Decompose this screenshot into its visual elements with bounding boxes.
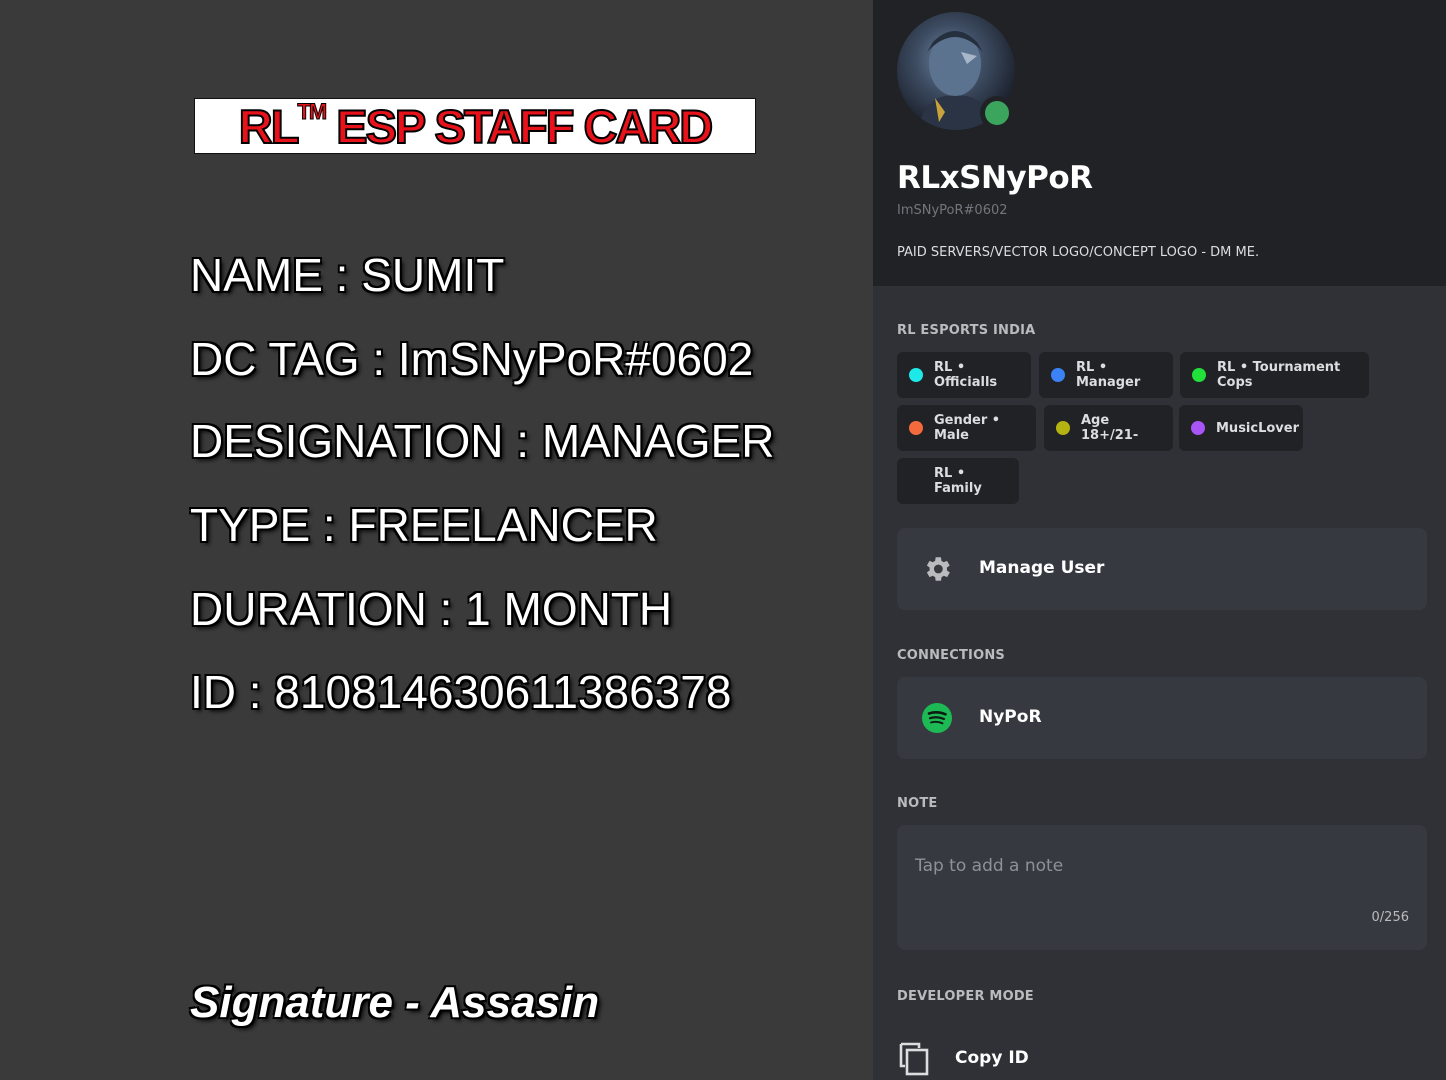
note-placeholder: Tap to add a note [915, 856, 1064, 876]
copy-id-label: Copy ID [955, 1048, 1029, 1068]
profile-display-name: RLxSNyPoR [897, 160, 1093, 196]
user-profile-panel: RLxSNyPoR ImSNyPoR#0602 PAID SERVERS/VEC… [873, 0, 1446, 1080]
role-color-dot [1056, 421, 1070, 435]
profile-user-tag: ImSNyPoR#0602 [897, 203, 1008, 218]
role-chip[interactable]: RL • Officialls [897, 352, 1031, 398]
card-title-rest: ESP STAFF CARD [325, 99, 714, 154]
role-label: RL • Officialls [934, 360, 998, 390]
card-title-main: RL [238, 99, 301, 154]
card-title-banner: RL TM ESP STAFF CARD [194, 98, 756, 154]
manage-user-button[interactable]: Manage User [897, 528, 1427, 610]
profile-bio: PAID SERVERS/VECTOR LOGO/CONCEPT LOGO - … [897, 245, 1260, 260]
note-char-counter: 0/256 [1371, 910, 1409, 925]
connections-section-label: CONNECTIONS [897, 648, 1005, 663]
roles-section-label: RL ESPORTS INDIA [897, 323, 1036, 338]
card-field-name: NAME : SUMIT [190, 249, 505, 301]
online-status-indicator [980, 96, 1014, 130]
role-label: RL • Manager [1076, 360, 1141, 390]
role-label: RL • Tournament Cops [1217, 360, 1341, 390]
role-color-dot [909, 421, 923, 435]
developer-mode-section-label: DEVELOPER MODE [897, 989, 1034, 1004]
manage-user-label: Manage User [979, 558, 1105, 578]
role-color-dot [1051, 368, 1065, 382]
role-label: Gender • Male [934, 413, 1001, 443]
role-chip[interactable]: RL • Tournament Cops [1180, 352, 1369, 398]
card-signature: Signature - Assasin [190, 978, 600, 1027]
role-chip[interactable]: RL • Family [897, 458, 1019, 504]
role-chip[interactable]: Age 18+/21- [1044, 405, 1173, 451]
card-field-dc-tag: DC TAG : ImSNyPoR#0602 [190, 333, 754, 385]
role-label: RL • Family [934, 466, 982, 496]
role-color-dot [909, 474, 923, 488]
card-field-type: TYPE : FREELANCER [190, 499, 658, 551]
role-label: MusicLover [1216, 420, 1300, 436]
role-color-dot [1192, 368, 1206, 382]
gear-icon [926, 557, 950, 581]
role-label: Age 18+/21- [1081, 413, 1139, 443]
staff-card: RL TM ESP STAFF CARD NAME : SUMIT DC TAG … [0, 0, 873, 1080]
spotify-icon [922, 703, 952, 733]
card-title-tm: TM [297, 99, 328, 125]
profile-header: RLxSNyPoR ImSNyPoR#0602 PAID SERVERS/VEC… [873, 0, 1446, 286]
role-chip[interactable]: MusicLover [1179, 405, 1303, 451]
card-field-designation: DESIGNATION : MANAGER [190, 415, 775, 467]
role-chip[interactable]: RL • Manager [1039, 352, 1173, 398]
role-color-dot [1191, 421, 1205, 435]
copy-id-button[interactable]: Copy ID [897, 1038, 1427, 1080]
card-field-duration: DURATION : 1 MONTH [190, 583, 673, 635]
role-color-dot [909, 368, 923, 382]
note-input[interactable]: Tap to add a note 0/256 [897, 825, 1427, 950]
card-field-id: ID : 810814630611386378 [190, 666, 732, 718]
copy-icon [899, 1042, 929, 1076]
connection-label: NyPoR [979, 707, 1042, 727]
note-section-label: NOTE [897, 796, 938, 811]
connection-spotify[interactable]: NyPoR [897, 677, 1427, 759]
role-chip[interactable]: Gender • Male [897, 405, 1036, 451]
